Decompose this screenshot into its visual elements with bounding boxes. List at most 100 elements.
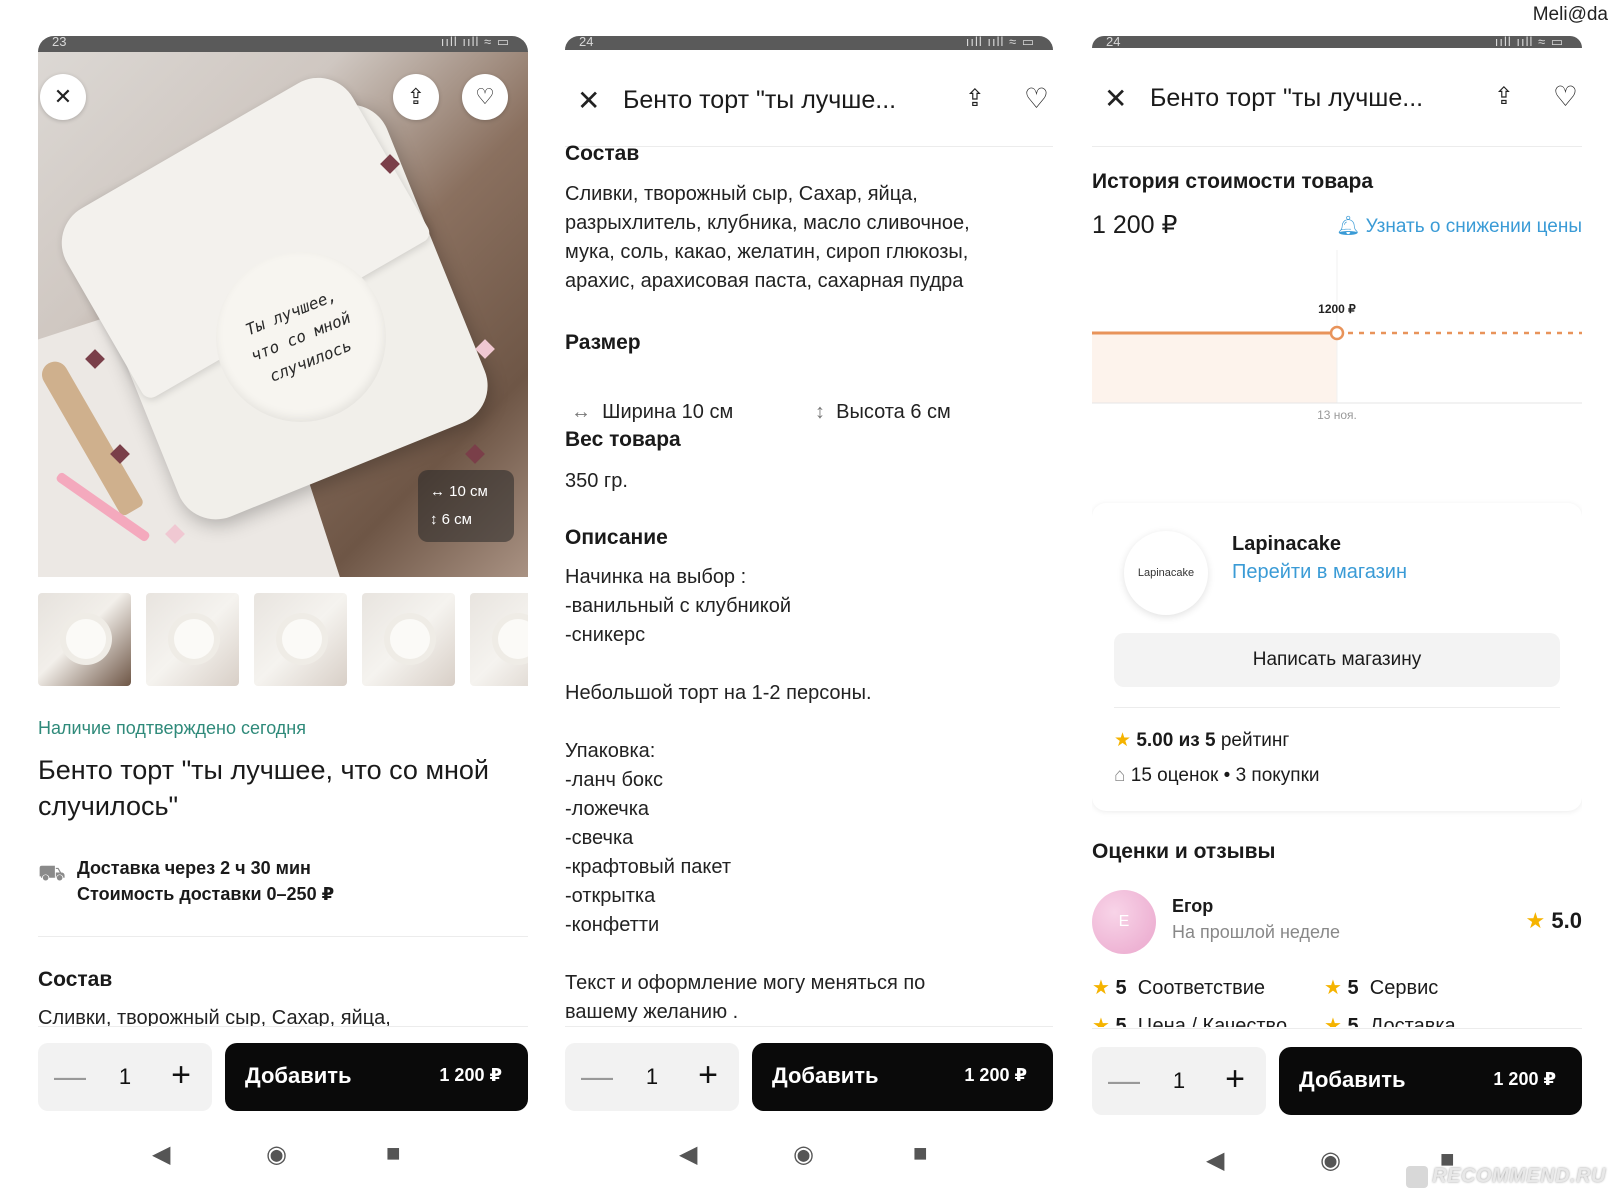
criterion: ★ 5 Сервис [1324, 975, 1438, 1000]
decrease-button[interactable]: — [581, 1059, 613, 1093]
message-store-button[interactable]: Написать магазину [1114, 633, 1560, 687]
product-image[interactable]: Ты лучшее, что со мной случилось ✕ ⇪ ♡ ↔… [38, 52, 528, 577]
share-icon[interactable]: ⇪ [1494, 82, 1514, 111]
store-logo[interactable]: Lapinacake [1124, 531, 1208, 615]
badge-height-value: 6 см [441, 511, 472, 528]
purchases-count: 3 покупки [1235, 765, 1320, 786]
badge-height: ↕ 6 см [430, 506, 502, 534]
top-header: ✕ Бенто торт "ты лучше... ⇪ ♡ [565, 80, 1053, 124]
divider [38, 936, 528, 937]
criterion-label: Соответствие [1137, 977, 1266, 999]
review-time: На прошлой неделе [1172, 922, 1340, 942]
cart-bar: — 1 + Добавить 1 200 ₽ [1092, 1047, 1582, 1115]
increase-button[interactable]: + [1218, 1061, 1252, 1097]
chart-point-label: 1200 ₽ [1318, 302, 1356, 316]
add-to-cart-button[interactable]: Добавить 1 200 ₽ [752, 1043, 1053, 1111]
weight-title: Вес товара [565, 428, 681, 451]
review-score: ★ 5.0 [1526, 908, 1582, 934]
reviewer-name: Егор [1172, 896, 1214, 916]
chart-x-tick-label: 13 ноя. [1317, 408, 1357, 422]
product-panel-2: 24 ııll ııll ≈ ▭ ✕ Бенто торт "ты лучше.… [565, 0, 1053, 1200]
size-height: ↕ Высота 6 см [815, 369, 951, 427]
heart-icon[interactable]: ♡ [1024, 82, 1049, 115]
cart-bar: — 1 + Добавить 1 200 ₽ [38, 1043, 528, 1111]
thumbnail[interactable] [38, 593, 131, 686]
size-height-label: Высота 6 см [836, 401, 951, 423]
share-icon[interactable]: ⇪ [393, 74, 439, 120]
star-icon: ★ [1092, 977, 1110, 999]
product-panel-1: 23 ııll ııll ≈ ▭ Ты лучшее, что со мной … [38, 0, 528, 1200]
divider [1114, 707, 1560, 708]
top-header: ✕ Бенто торт "ты лучше... ⇪ ♡ [1092, 78, 1582, 122]
criteria-row-clipped: ★ 5 Цена / Качество ★ 5 Доставка [1092, 1013, 1582, 1027]
thumbnail[interactable] [254, 593, 347, 686]
composition-title: Состав [565, 142, 640, 164]
status-icons: ııll ııll ≈ ▭ [1494, 34, 1564, 49]
composition-text: Сливки, творожный сыр, Сахар, яйца, разр… [565, 183, 970, 292]
add-label: Добавить [772, 1063, 879, 1088]
product-panel-3: 24 ııll ııll ≈ ▭ ✕ Бенто торт "ты лучше.… [1092, 0, 1582, 1200]
quantity-value: 1 [645, 1064, 659, 1089]
add-price: 1 200 ₽ [1493, 1069, 1556, 1089]
truck-icon: ⛟ [38, 860, 66, 885]
width-arrow-icon: ↔ [571, 401, 591, 423]
decrease-button[interactable]: — [1108, 1063, 1140, 1097]
divider [565, 1026, 1053, 1027]
bell-icon: 🔔︎ [1336, 216, 1361, 237]
header-title: Бенто торт "ты лучше... [623, 86, 897, 114]
price-history-chart: 1200 ₽ 13 ноя. [1092, 250, 1582, 422]
add-to-cart-button[interactable]: Добавить 1 200 ₽ [1279, 1047, 1582, 1115]
increase-button[interactable]: + [164, 1057, 198, 1093]
system-nav: ◀ ◉ ■ [565, 1140, 1053, 1174]
store-icon: ⌂ [1114, 765, 1126, 786]
thumbnail[interactable] [146, 593, 239, 686]
description-text: Начинка на выбор : -ванильный с клубнико… [565, 566, 926, 1023]
status-icons: ııll ııll ≈ ▭ [440, 34, 510, 49]
thumbnail-strip [38, 593, 528, 686]
recommend-logo-icon [1406, 1165, 1429, 1188]
thumbnail[interactable] [470, 593, 528, 686]
delivery-time: Доставка через 2 ч 30 мин [77, 858, 311, 878]
criterion: ★ 5 Цена / Качество [1092, 1013, 1287, 1027]
header-title: Бенто торт "ты лучше... [1150, 84, 1424, 112]
star-icon: ★ [1525, 908, 1546, 933]
size-width: ↔ Ширина 10 см [571, 369, 733, 427]
price-history-title: История стоимости товара [1092, 170, 1374, 193]
composition-title: Состав [38, 968, 113, 991]
nav-home-button[interactable]: ◉ [266, 1140, 287, 1169]
size-title: Размер [565, 331, 641, 354]
nav-recent-button[interactable]: ■ [913, 1140, 928, 1168]
nav-home-button[interactable]: ◉ [1320, 1146, 1341, 1175]
heart-icon[interactable]: ♡ [462, 74, 508, 120]
nav-back-button[interactable]: ◀ [152, 1140, 170, 1169]
add-label: Добавить [245, 1063, 352, 1088]
delivery-cost: Стоимость доставки 0–250 ₽ [77, 884, 335, 904]
go-to-store-link[interactable]: Перейти в магазин [1232, 561, 1407, 584]
decrease-button[interactable]: — [54, 1059, 86, 1093]
increase-button[interactable]: + [691, 1057, 725, 1093]
chart-data-point [1329, 325, 1345, 341]
heart-icon[interactable]: ♡ [1553, 80, 1578, 113]
store-rating-value: 5.00 из 5 [1136, 730, 1216, 751]
status-time: 24 [579, 34, 594, 49]
store-card: Lapinacake Lapinacake Перейти в магазин … [1092, 503, 1582, 811]
close-icon[interactable]: ✕ [1104, 82, 1127, 115]
notify-price-drop-link[interactable]: 🔔︎ Узнать о снижении цены [1336, 214, 1582, 238]
nav-home-button[interactable]: ◉ [793, 1140, 814, 1169]
nav-back-button[interactable]: ◀ [1206, 1146, 1224, 1175]
nav-back-button[interactable]: ◀ [679, 1140, 697, 1169]
width-arrow-icon: ↔ [430, 483, 445, 500]
close-icon[interactable]: ✕ [577, 84, 600, 117]
close-icon[interactable]: ✕ [40, 74, 86, 120]
thumbnail[interactable] [362, 593, 455, 686]
nav-recent-button[interactable]: ■ [386, 1140, 401, 1168]
system-nav: ◀ ◉ ■ [38, 1140, 528, 1174]
availability-note: Наличие подтверждено сегодня [38, 718, 306, 738]
recommend-watermark: RECOMMEND.RU [1406, 1165, 1606, 1188]
add-to-cart-button[interactable]: Добавить 1 200 ₽ [225, 1043, 528, 1111]
heart-decoration [465, 444, 485, 464]
status-bar: 23 ııll ııll ≈ ▭ [38, 34, 528, 52]
star-icon: ★ [1114, 730, 1132, 751]
criterion-score: 5 [1115, 977, 1127, 999]
share-icon[interactable]: ⇪ [965, 84, 985, 113]
